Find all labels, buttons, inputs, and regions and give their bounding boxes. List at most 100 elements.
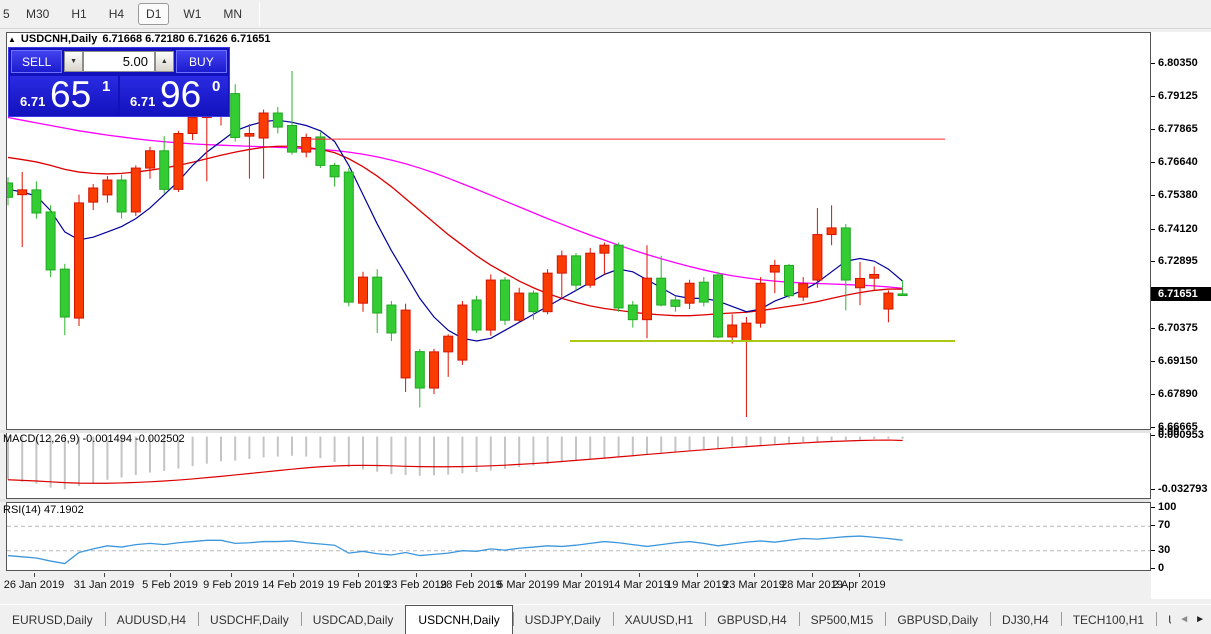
axis-tick bbox=[1151, 489, 1155, 490]
candle bbox=[869, 273, 880, 279]
date-axis[interactable]: 26 Jan 2019 31 Jan 2019 5 Feb 2019 9 Feb 20… bbox=[3, 573, 1151, 595]
chart-tab-usdjpy[interactable]: USDJPY,Daily bbox=[512, 605, 613, 634]
rsi-panel[interactable] bbox=[6, 502, 1151, 571]
axis-tick bbox=[1151, 394, 1155, 395]
price-scale-axis[interactable]: 6.80350 6.79125 6.77865 6.76640 6.75380 6.741… bbox=[1151, 32, 1211, 599]
volume-decrease-spinner[interactable]: ▼ bbox=[64, 51, 83, 72]
date-tick-label: 26 Jan 2019 bbox=[3, 579, 65, 591]
date-axis-tick bbox=[812, 573, 813, 577]
candle bbox=[173, 132, 184, 190]
candle bbox=[272, 112, 283, 128]
chart-tab-xauusd[interactable]: XAUUSD,H1 bbox=[612, 605, 706, 634]
date-tick-label: 14 Feb 2019 bbox=[262, 579, 324, 591]
buy-price-display[interactable]: 6.71 96 0 bbox=[120, 74, 228, 116]
date-tick-label: 19 Feb 2019 bbox=[327, 579, 389, 591]
date-axis-tick bbox=[471, 573, 472, 577]
macd-signal-line bbox=[7, 439, 903, 484]
candle bbox=[741, 322, 752, 342]
timeframe-button-m30[interactable]: M30 bbox=[18, 3, 57, 25]
candle bbox=[45, 211, 56, 271]
volume-input[interactable] bbox=[83, 51, 155, 72]
spinner-down-icon: ▼ bbox=[70, 58, 78, 65]
candle bbox=[855, 277, 865, 289]
timeframe-button-5[interactable]: 5 bbox=[0, 3, 12, 25]
chart-tab-eurusd[interactable]: EURUSD,Daily bbox=[0, 605, 105, 634]
rsi-scale-label: 30 bbox=[1158, 544, 1171, 556]
price-tick-label: 6.75380 bbox=[1158, 189, 1198, 201]
buy-price-big-digits: 96 bbox=[160, 74, 202, 115]
candle bbox=[457, 304, 468, 361]
axis-tick bbox=[1151, 229, 1155, 230]
chart-tab-ukc[interactable]: UKC bbox=[1156, 605, 1171, 634]
buy-button[interactable]: BUY bbox=[175, 50, 227, 73]
chart-tab-dj30[interactable]: DJ30,H4 bbox=[990, 605, 1061, 634]
candle bbox=[88, 187, 99, 203]
candle bbox=[571, 255, 581, 286]
timeframe-button-mn[interactable]: MN bbox=[215, 3, 250, 25]
candle bbox=[343, 171, 354, 303]
candle bbox=[642, 277, 652, 321]
spinner-up-icon: ▲ bbox=[160, 58, 168, 65]
candle bbox=[826, 227, 837, 236]
sell-price-prefix: 6.71 bbox=[20, 94, 46, 109]
chart-tab-gbpusd[interactable]: GBPUSD,Daily bbox=[885, 605, 990, 634]
collapse-trade-panel-icon[interactable]: ▲ bbox=[8, 35, 16, 44]
timeframe-button-d1[interactable]: D1 bbox=[138, 3, 170, 25]
timeframe-button-h4[interactable]: H4 bbox=[101, 3, 132, 25]
candle bbox=[386, 304, 397, 334]
buy-price-pip-digit: 0 bbox=[212, 78, 221, 95]
candle bbox=[471, 299, 482, 331]
sell-price-pip-digit: 1 bbox=[102, 78, 111, 95]
date-tick-label: 2 Apr 2019 bbox=[832, 579, 886, 591]
candle bbox=[656, 277, 667, 306]
tabs-scroll-right-icon[interactable]: ► bbox=[1195, 614, 1205, 625]
date-axis-tick bbox=[754, 573, 755, 577]
date-axis-tick bbox=[697, 573, 698, 577]
candle bbox=[258, 112, 269, 139]
sell-price-display[interactable]: 6.71 65 1 bbox=[10, 74, 118, 116]
candle bbox=[500, 279, 510, 321]
sell-button[interactable]: SELL bbox=[11, 50, 63, 73]
chart-tab-tech100[interactable]: TECH100,H1 bbox=[1060, 605, 1156, 634]
chart-tab-sp500[interactable]: SP500,M15 bbox=[798, 605, 886, 634]
candle bbox=[301, 136, 312, 153]
date-tick-label: 5 Feb 2019 bbox=[142, 579, 198, 591]
timeframe-button-h1[interactable]: H1 bbox=[63, 3, 94, 25]
macd-scale-min-label: -0.032793 bbox=[1158, 483, 1208, 495]
candle bbox=[329, 164, 340, 178]
panel-splitter[interactable] bbox=[0, 499, 1211, 502]
date-axis-tick bbox=[525, 573, 526, 577]
date-tick-label: 5 Mar 2019 bbox=[497, 579, 553, 591]
buy-price-prefix: 6.71 bbox=[130, 94, 156, 109]
chart-tab-audusd[interactable]: AUDUSD,H4 bbox=[104, 605, 198, 634]
candle bbox=[798, 283, 809, 298]
candle bbox=[287, 125, 297, 153]
candle bbox=[7, 182, 13, 198]
chart-tab-usdcnh[interactable]: USDCNH,Daily bbox=[405, 605, 513, 634]
candle bbox=[400, 309, 411, 379]
date-tick-label: 31 Jan 2019 bbox=[73, 579, 135, 591]
candle bbox=[244, 132, 255, 137]
date-tick-label: 19 Mar 2019 bbox=[666, 579, 728, 591]
candle bbox=[883, 292, 894, 310]
candle bbox=[429, 351, 439, 389]
chart-tab-gbpusd[interactable]: GBPUSD,H4 bbox=[705, 605, 798, 634]
candle bbox=[769, 264, 780, 273]
chart-tab-usdchf[interactable]: USDCHF,Daily bbox=[198, 605, 301, 634]
volume-increase-spinner[interactable]: ▲ bbox=[155, 51, 174, 72]
candle bbox=[585, 252, 596, 286]
chart-tab-usdcad[interactable]: USDCAD,Daily bbox=[300, 605, 406, 634]
candle bbox=[528, 292, 539, 313]
tabs-scroll-left-icon[interactable]: ◄ bbox=[1179, 614, 1189, 625]
axis-tick bbox=[1151, 568, 1155, 569]
timeframe-button-w1[interactable]: W1 bbox=[175, 3, 209, 25]
timeframe-buttons: 5 M30 H1 H4 D1 W1 MN bbox=[0, 3, 253, 25]
price-tick-label: 6.67890 bbox=[1158, 388, 1198, 400]
axis-tick bbox=[1151, 525, 1155, 526]
candle bbox=[698, 281, 709, 303]
chart-title: ▲ USDCNH,Daily 6.71668 6.72180 6.71626 6… bbox=[8, 33, 271, 45]
rsi-scale-label: 100 bbox=[1158, 501, 1177, 513]
price-tick-label: 6.79125 bbox=[1158, 90, 1198, 102]
date-tick-label: 9 Mar 2019 bbox=[553, 579, 609, 591]
candle bbox=[59, 268, 70, 318]
